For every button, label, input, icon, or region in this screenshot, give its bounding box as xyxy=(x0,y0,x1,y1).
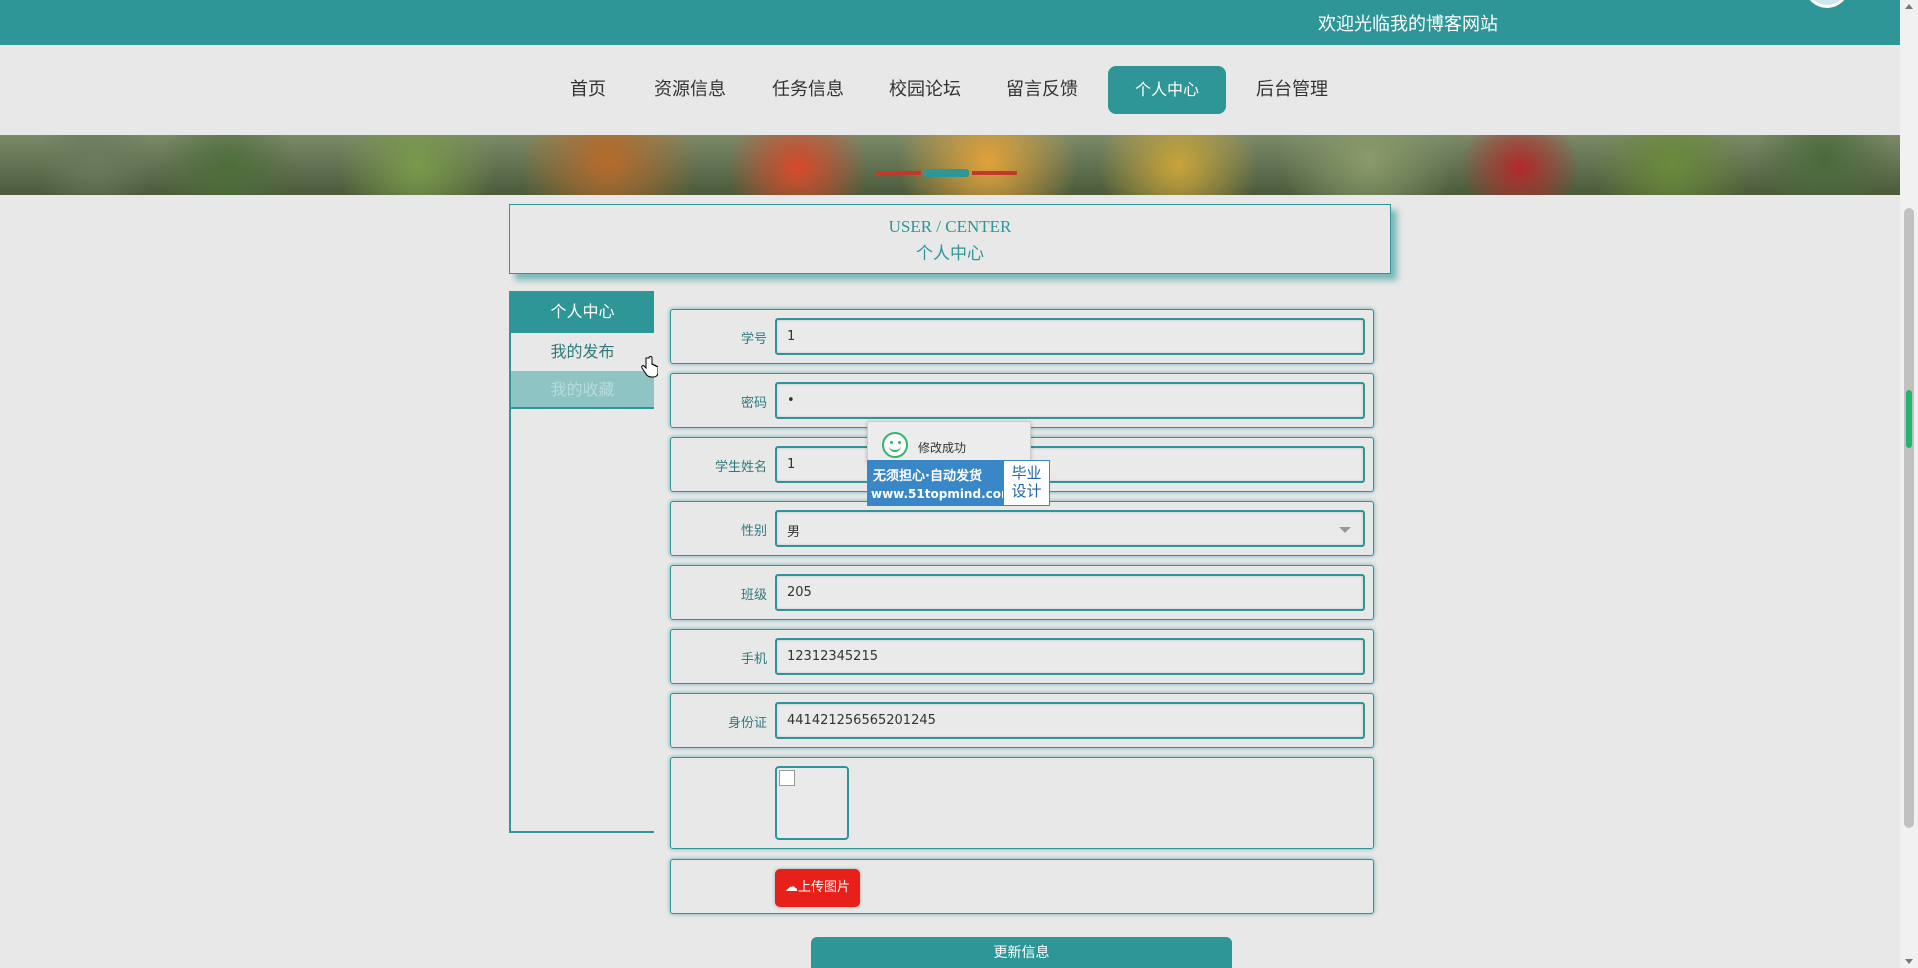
carousel-dot[interactable] xyxy=(972,171,1017,175)
password-input[interactable]: • xyxy=(775,382,1365,419)
carousel-indicators xyxy=(876,169,1017,177)
page-title: USER / CENTER 个人中心 xyxy=(509,204,1391,274)
upload-button-label: 上传图片 xyxy=(797,880,850,895)
upload-image-button[interactable]: ☁上传图片 xyxy=(775,869,860,907)
phone-input[interactable]: 12312345215 xyxy=(775,638,1365,675)
form-row-student-id: 学号 1 xyxy=(670,309,1374,364)
gender-select[interactable]: 男 xyxy=(775,510,1365,547)
hand-cursor-icon xyxy=(641,356,658,378)
id-card-input[interactable]: 441421256565201245 xyxy=(775,702,1365,739)
ad-badge-line-1: 毕业 xyxy=(1011,464,1042,482)
field-label: 班级 xyxy=(740,588,767,603)
sidebar-item-my-posts[interactable]: 我的发布 xyxy=(511,333,654,371)
toast-message: 修改成功 xyxy=(918,441,967,455)
scroll-down-arrow-icon[interactable] xyxy=(1905,959,1913,964)
form-row-gender: 性别 男 xyxy=(670,501,1374,556)
smile-icon xyxy=(882,432,908,458)
ad-badge: 毕业 设计 xyxy=(1003,461,1049,505)
field-label: 学号 xyxy=(740,332,767,347)
field-label: 密码 xyxy=(740,396,767,411)
form-row-class: 班级 205 xyxy=(670,565,1374,620)
page-scrollbar[interactable] xyxy=(1900,0,1918,968)
avatar-preview xyxy=(775,766,849,840)
cloud-upload-icon: ☁ xyxy=(784,880,798,895)
carousel-dot-active[interactable] xyxy=(924,169,969,177)
broken-image-icon xyxy=(779,770,795,786)
nav-item-user-center[interactable]: 个人中心 xyxy=(1108,66,1226,114)
nav-item-resources[interactable]: 资源信息 xyxy=(650,66,730,114)
nav-item-feedback[interactable]: 留言反馈 xyxy=(1002,66,1082,114)
success-toast: 修改成功 xyxy=(867,421,1031,463)
sidebar: 个人中心 我的发布 我的收藏 xyxy=(509,291,654,833)
page-title-zh: 个人中心 xyxy=(916,244,984,264)
welcome-text: 欢迎光临我的博客网站 xyxy=(1318,14,1498,35)
top-bar: 欢迎光临我的博客网站 xyxy=(0,0,1900,45)
carousel-dot[interactable] xyxy=(876,171,921,175)
field-label: 学生姓名 xyxy=(714,460,767,475)
watermark-ad[interactable]: 无须担心·自动发货 www.51topmind.com 毕业 设计 xyxy=(867,460,1050,506)
class-input[interactable]: 205 xyxy=(775,574,1365,611)
scroll-up-arrow-icon[interactable] xyxy=(1905,4,1913,9)
gender-select-value: 男 xyxy=(787,525,801,540)
field-label: 身份证 xyxy=(727,716,767,731)
scrollbar-thumb[interactable] xyxy=(1904,208,1914,828)
nav-item-home[interactable]: 首页 xyxy=(560,66,616,114)
page-title-en: USER / CENTER xyxy=(888,217,1012,236)
form-row-phone: 手机 12312345215 xyxy=(670,629,1374,684)
student-id-input[interactable]: 1 xyxy=(775,318,1365,355)
form-row-id-card: 身份证 441421256565201245 xyxy=(670,693,1374,748)
nav-item-admin[interactable]: 后台管理 xyxy=(1252,66,1332,114)
banner-image xyxy=(0,135,1900,195)
main-nav: 首页 资源信息 任务信息 校园论坛 留言反馈 个人中心 后台管理 xyxy=(0,45,1900,135)
field-label: 手机 xyxy=(740,652,767,667)
update-info-button[interactable]: 更新信息 xyxy=(811,937,1232,968)
ad-line-1: 无须担心·自动发货 xyxy=(873,469,982,484)
form-row-avatar-image xyxy=(670,757,1374,849)
student-name-input[interactable]: 1 xyxy=(775,446,1365,483)
nav-item-forum[interactable]: 校园论坛 xyxy=(885,66,965,114)
nav-item-tasks[interactable]: 任务信息 xyxy=(768,66,848,114)
ad-badge-line-2: 设计 xyxy=(1011,482,1042,500)
chevron-down-icon xyxy=(1339,527,1351,533)
sidebar-header: 个人中心 xyxy=(511,291,654,333)
scroll-position-marker xyxy=(1906,390,1912,448)
ad-line-2: www.51topmind.com xyxy=(871,487,1014,501)
form-row-password: 密码 • xyxy=(670,373,1374,428)
sidebar-item-favorites[interactable]: 我的收藏 xyxy=(511,371,654,409)
user-avatar[interactable] xyxy=(1806,0,1848,8)
form-row-upload: ☁上传图片 xyxy=(670,859,1374,914)
field-label: 性别 xyxy=(740,524,767,539)
